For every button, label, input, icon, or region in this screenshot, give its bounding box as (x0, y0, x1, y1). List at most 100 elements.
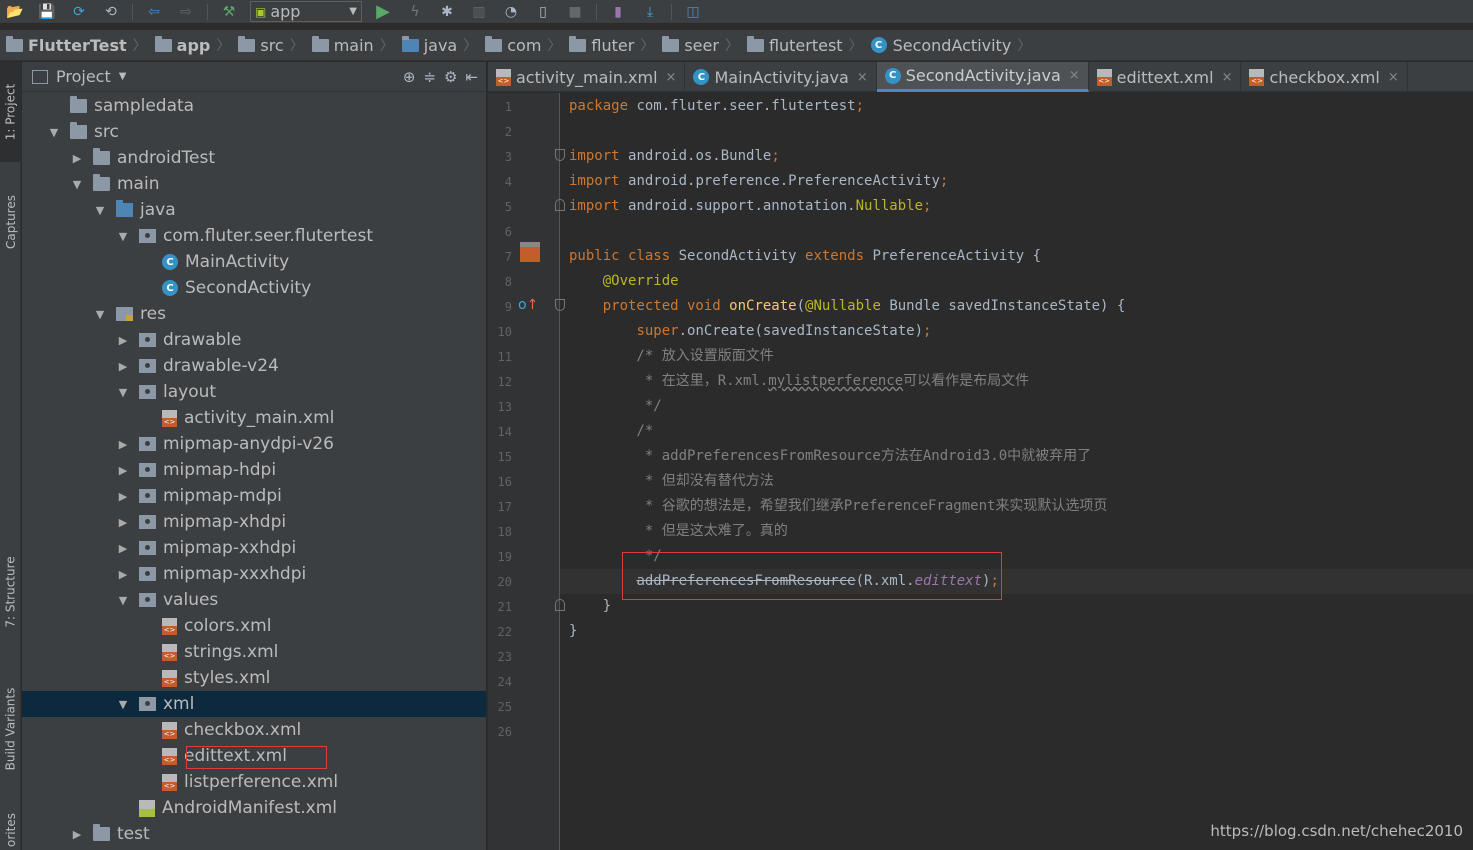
tree-item[interactable]: C MainActivity (22, 249, 486, 275)
tree-item[interactable]: listperference.xml (22, 769, 486, 795)
collapsed-arrow-icon[interactable]: ▶ (70, 152, 84, 165)
forward-icon[interactable]: ⇨ (175, 2, 197, 22)
tree-item[interactable]: ▼ layout (22, 379, 486, 405)
sync-icon[interactable]: ⟳ (68, 2, 90, 22)
locate-file-icon[interactable]: ⊕ (403, 68, 416, 86)
tool-tab-build-variants[interactable]: Build Variants (0, 674, 21, 784)
expanded-arrow-icon[interactable]: ▼ (116, 386, 130, 399)
profile-icon[interactable]: ▥ (468, 2, 490, 22)
expanded-arrow-icon[interactable]: ▼ (93, 204, 107, 217)
crumb-fluter[interactable]: fluter 〉 (569, 30, 662, 61)
collapsed-arrow-icon[interactable]: ▶ (116, 438, 130, 451)
close-icon[interactable]: × (1388, 70, 1399, 85)
expanded-arrow-icon[interactable]: ▼ (116, 698, 130, 711)
open-folder-icon[interactable]: 📂 (4, 2, 26, 22)
run-icon[interactable]: ▶ (372, 1, 394, 22)
build-hammer-icon[interactable]: ⚒ (218, 2, 240, 22)
tool-tab-project[interactable]: 1: Project (0, 62, 21, 162)
crumb-main[interactable]: main 〉 (311, 30, 402, 61)
tree-item[interactable]: strings.xml (22, 639, 486, 665)
save-icon[interactable]: 💾 (36, 2, 58, 22)
crumb-src[interactable]: src 〉 (238, 30, 311, 61)
crumb-java[interactable]: java 〉 (401, 30, 486, 61)
tree-item[interactable]: ▶ drawable (22, 327, 486, 353)
crumb-second-activity[interactable]: C SecondActivity 〉 (870, 30, 1040, 61)
debug-icon[interactable]: ✱ (436, 2, 458, 22)
tree-item[interactable]: ▼ src (22, 119, 486, 145)
avd-icon[interactable]: ▯ (532, 2, 554, 22)
collapsed-arrow-icon[interactable]: ▶ (116, 516, 130, 529)
fold-marker-icon[interactable] (555, 599, 565, 611)
implemented-class-icon[interactable] (520, 242, 540, 262)
collapsed-arrow-icon[interactable]: ▶ (116, 334, 130, 347)
editor-tab[interactable]: activity_main.xml × (488, 62, 686, 92)
editor-tab[interactable]: edittext.xml × (1089, 62, 1242, 92)
tree-item[interactable]: AndroidManifest.xml (22, 795, 486, 821)
run-config-select[interactable]: ▣ app ▼ (250, 1, 362, 22)
editor-tab[interactable]: checkbox.xml × (1241, 62, 1408, 92)
close-icon[interactable]: × (1222, 70, 1233, 85)
tree-item[interactable]: ▼ java (22, 197, 486, 223)
collapsed-arrow-icon[interactable]: ▶ (116, 542, 130, 555)
sdk-manager-icon[interactable]: ▮ (607, 2, 629, 22)
tree-item[interactable]: activity_main.xml (22, 405, 486, 431)
tree-item[interactable]: ▼ com.fluter.seer.flutertest (22, 223, 486, 249)
hide-panel-icon[interactable]: ⇤ (465, 68, 478, 86)
tree-item[interactable]: ▶ mipmap-hdpi (22, 457, 486, 483)
tree-item[interactable]: ▶ mipmap-xhdpi (22, 509, 486, 535)
collapsed-arrow-icon[interactable]: ▶ (70, 828, 84, 841)
tree-item[interactable]: ▶ test (22, 821, 486, 847)
tree-item[interactable]: C SecondActivity (22, 275, 486, 301)
tree-item[interactable]: edittext.xml (22, 743, 486, 769)
download-icon[interactable]: ⤓ (639, 2, 661, 22)
override-method-icon[interactable]: o↑ (518, 297, 538, 313)
tree-item[interactable]: colors.xml (22, 613, 486, 639)
chevron-down-icon[interactable]: ▼ (119, 71, 127, 82)
layout-inspector-icon[interactable]: ◫ (682, 2, 704, 22)
back-icon[interactable]: ⇦ (143, 2, 165, 22)
attach-debugger-icon[interactable]: ◔ (500, 2, 522, 22)
fold-marker-icon[interactable] (555, 199, 565, 211)
tree-item[interactable]: styles.xml (22, 665, 486, 691)
tree-item[interactable]: checkbox.xml (22, 717, 486, 743)
fold-marker-icon[interactable] (555, 149, 565, 161)
fold-marker-icon[interactable] (555, 299, 565, 311)
close-icon[interactable]: × (666, 70, 677, 85)
tree-item[interactable]: ▼ xml (22, 691, 486, 717)
tree-item[interactable]: ▶ androidTest (22, 145, 486, 171)
collapsed-arrow-icon[interactable]: ▶ (116, 464, 130, 477)
collapse-all-icon[interactable]: ≑ (423, 68, 436, 86)
tree-item[interactable]: ▼ main (22, 171, 486, 197)
expanded-arrow-icon[interactable]: ▼ (116, 594, 130, 607)
close-icon[interactable]: × (1069, 68, 1080, 83)
project-view-select[interactable]: Project (56, 67, 111, 86)
tree-item[interactable]: sampledata (22, 93, 486, 119)
tree-item[interactable]: ▼ res (22, 301, 486, 327)
crumb-module[interactable]: app 〉 (154, 30, 239, 61)
apply-changes-icon[interactable]: ϟ (404, 2, 426, 22)
tree-item[interactable]: ▶ mipmap-xxhdpi (22, 535, 486, 561)
collapsed-arrow-icon[interactable]: ▶ (116, 490, 130, 503)
editor-tab[interactable]: C SecondActivity.java × (876, 62, 1089, 92)
crumb-flutertest[interactable]: flutertest 〉 (746, 30, 871, 61)
tool-tab-structure[interactable]: 7: Structure (0, 542, 21, 642)
expanded-arrow-icon[interactable]: ▼ (93, 308, 107, 321)
tool-tab-captures[interactable]: Captures (0, 177, 21, 267)
close-icon[interactable]: × (857, 70, 868, 85)
editor-tab[interactable]: C MainActivity.java × (685, 62, 877, 92)
expanded-arrow-icon[interactable]: ▼ (70, 178, 84, 191)
gear-icon[interactable]: ⚙ (444, 68, 457, 86)
crumb-com[interactable]: com 〉 (485, 30, 569, 61)
tree-item[interactable]: ▶ mipmap-mdpi (22, 483, 486, 509)
collapsed-arrow-icon[interactable]: ▶ (116, 360, 130, 373)
sync-files-icon[interactable]: ⟲ (100, 2, 122, 22)
tree-item[interactable]: ▼ values (22, 587, 486, 613)
expanded-arrow-icon[interactable]: ▼ (116, 230, 130, 243)
tree-item[interactable]: ▶ drawable-v24 (22, 353, 486, 379)
crumb-project[interactable]: FlutterTest 〉 (6, 30, 155, 61)
crumb-seer[interactable]: seer 〉 (662, 30, 747, 61)
stop-icon[interactable]: ■ (564, 2, 586, 22)
code-editor[interactable]: o↑ 1 2 3 4 5 6 7 8 9 10 11 12 13 14 15 16 17 18 19 20 21 22 23… (488, 93, 1473, 850)
tool-tab-favorites[interactable]: orites (0, 810, 21, 850)
expanded-arrow-icon[interactable]: ▼ (47, 126, 61, 139)
